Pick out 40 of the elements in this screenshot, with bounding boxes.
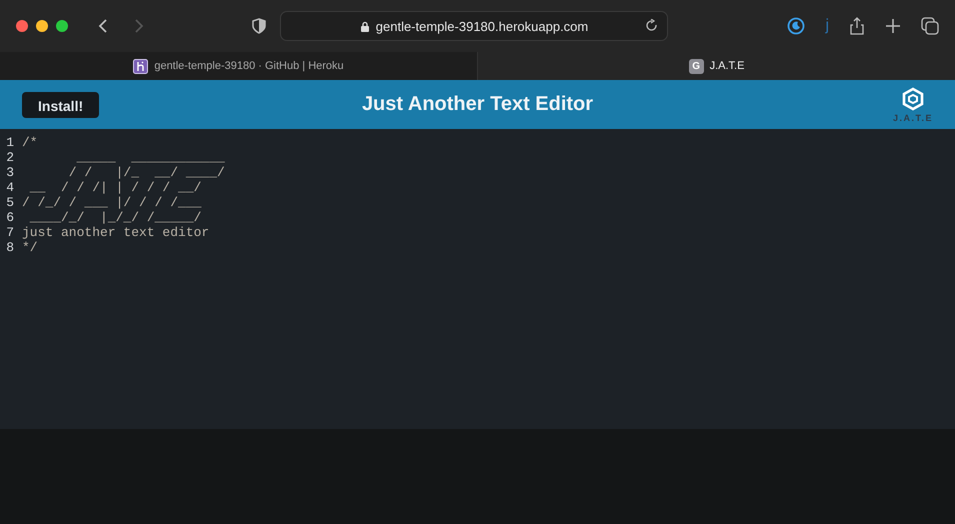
- code-editor[interactable]: 1 /* 2 _____ ____________ 3 / / |/_ __/ ____/ 4 __ / / /| | / / / __/ 5 / /_/ / ___ |/ / / /___ 6 ____/_/ |_/_/ /_____/ 7 just another text editor 8 */: [0, 129, 955, 429]
- site-logo-icon: [133, 58, 148, 74]
- reload-icon[interactable]: [646, 19, 659, 32]
- line-number: 7: [5, 225, 15, 240]
- url-text: gentle-temple-39180.herokuapp.com: [376, 18, 588, 34]
- code-line: __ / / /| | / / / __/: [28, 180, 202, 195]
- logo-text: J.A.T.E: [892, 112, 933, 122]
- line-number: 2: [5, 150, 15, 165]
- back-icon[interactable]: [98, 18, 108, 34]
- code-line: ____/_/ |_/_/ /_____/: [28, 210, 202, 225]
- favicon-letter: G: [688, 58, 704, 74]
- close-button[interactable]: [16, 20, 28, 32]
- code-line: */: [22, 240, 38, 255]
- code-line: / / |/_ __/ ____/: [68, 165, 225, 180]
- line-number: 8: [5, 240, 15, 255]
- line-number: 1: [5, 135, 15, 150]
- code-line: _____ ____________: [76, 150, 225, 165]
- cube-logo-icon: [900, 86, 925, 110]
- app-title: Just Another Text Editor: [362, 93, 594, 116]
- share-icon[interactable]: [849, 17, 865, 35]
- shield-icon[interactable]: [252, 18, 266, 34]
- line-number: 4: [5, 180, 15, 195]
- minimize-button[interactable]: [36, 20, 48, 32]
- browser-tab[interactable]: gentle-temple-39180 · GitHub | Heroku: [0, 52, 478, 80]
- plus-icon[interactable]: [885, 18, 901, 34]
- tabs-overview-icon[interactable]: [921, 17, 939, 35]
- code-line: / /_/ / ___ |/ / / /___: [22, 195, 202, 210]
- lock-icon: [360, 20, 370, 32]
- code-line: just another text editor: [22, 225, 210, 240]
- maximize-button[interactable]: [56, 20, 68, 32]
- browser-tab[interactable]: G J.A.T.E: [478, 52, 955, 80]
- line-number: 6: [5, 210, 15, 225]
- tab-title: gentle-temple-39180 · GitHub | Heroku: [154, 60, 344, 72]
- moon-icon[interactable]: [787, 17, 806, 35]
- code-line: /*: [22, 135, 38, 150]
- tab-title: J.A.T.E: [710, 60, 744, 72]
- line-number: 5: [5, 195, 15, 210]
- install-button[interactable]: Install!: [22, 92, 100, 118]
- address-bar[interactable]: gentle-temple-39180.herokuapp.com: [280, 11, 668, 41]
- line-number: 3: [5, 165, 15, 180]
